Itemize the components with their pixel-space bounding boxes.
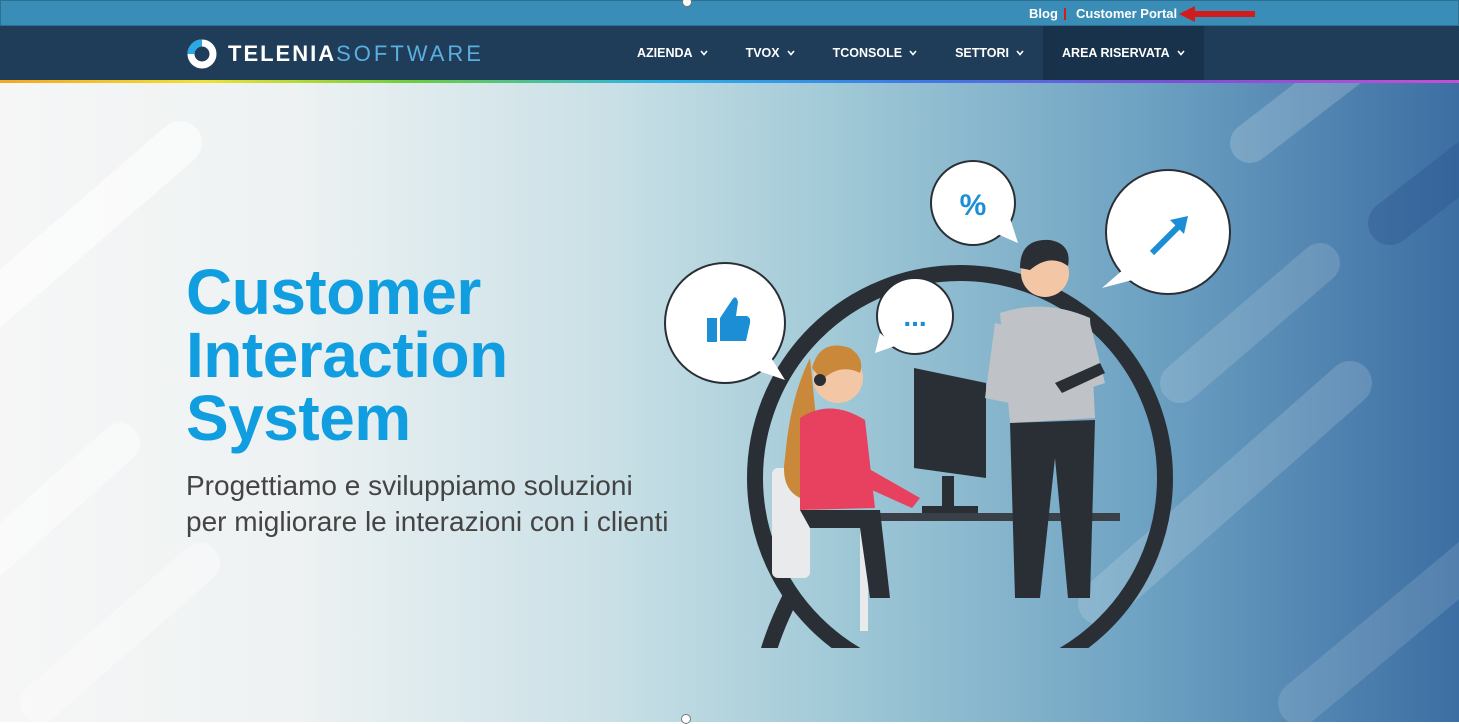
logo-text-software: SOFTWARE bbox=[336, 41, 484, 66]
hero-title-line: Interaction bbox=[186, 319, 508, 391]
customer-service-illustration: ... % bbox=[664, 160, 1231, 648]
menu-item-azienda[interactable]: AZIENDA bbox=[618, 26, 727, 80]
logo-text-telenia: TELENIA bbox=[228, 41, 337, 66]
hero-section: Customer Interaction System Progettiamo … bbox=[0, 83, 1459, 722]
menu-item-label: TVOX bbox=[745, 46, 780, 60]
chevron-down-icon bbox=[1016, 50, 1024, 56]
hero-title: Customer Interaction System bbox=[186, 260, 508, 450]
main-menu: AZIENDA TVOX TCONSOLE SETTORI AREA RISER… bbox=[618, 26, 1204, 80]
resize-handle-bottom[interactable] bbox=[681, 714, 691, 724]
link-separator bbox=[1064, 8, 1066, 20]
logo-ring-icon bbox=[187, 39, 217, 69]
site-logo[interactable]: TELENIASOFTWARE bbox=[186, 38, 484, 70]
hero-subtitle-line: Progettiamo e sviluppiamo soluzioni bbox=[186, 470, 633, 501]
menu-item-area-riservata[interactable]: AREA RISERVATA bbox=[1043, 26, 1204, 80]
top-utility-bar: Blog Customer Portal bbox=[0, 0, 1459, 26]
hero-title-line: System bbox=[186, 382, 411, 454]
resize-handle-top[interactable] bbox=[682, 0, 692, 7]
monitor bbox=[914, 368, 986, 513]
chevron-down-icon bbox=[1177, 50, 1185, 56]
percent-bubble: % bbox=[930, 160, 1018, 246]
thumbs-up-bubble bbox=[664, 262, 786, 384]
logo-wordmark: TELENIASOFTWARE bbox=[228, 43, 484, 65]
customer-portal-link[interactable]: Customer Portal bbox=[1076, 6, 1177, 21]
typing-bubble: ... bbox=[875, 277, 954, 355]
menu-item-label: AREA RISERVATA bbox=[1062, 46, 1170, 60]
blog-link[interactable]: Blog bbox=[1029, 6, 1058, 21]
dots-text: ... bbox=[903, 301, 926, 332]
growth-bubble bbox=[1102, 169, 1231, 295]
agent-woman bbox=[772, 345, 920, 598]
menu-item-label: AZIENDA bbox=[637, 46, 693, 60]
hero-subtitle-line: per migliorare le interazioni con i clie… bbox=[186, 506, 669, 537]
chevron-down-icon bbox=[699, 50, 708, 56]
menu-item-tconsole[interactable]: TCONSOLE bbox=[814, 26, 936, 80]
red-arrow-annotation bbox=[1179, 6, 1255, 22]
hero-title-line: Customer bbox=[186, 256, 481, 328]
percent-text: % bbox=[960, 189, 987, 222]
chevron-down-icon bbox=[787, 50, 795, 56]
menu-item-tvox[interactable]: TVOX bbox=[727, 26, 814, 80]
menu-item-settori[interactable]: SETTORI bbox=[936, 26, 1043, 80]
chevron-down-icon bbox=[909, 50, 917, 56]
menu-item-label: SETTORI bbox=[955, 46, 1010, 60]
menu-item-label: TCONSOLE bbox=[832, 46, 903, 60]
agent-man bbox=[985, 239, 1105, 598]
